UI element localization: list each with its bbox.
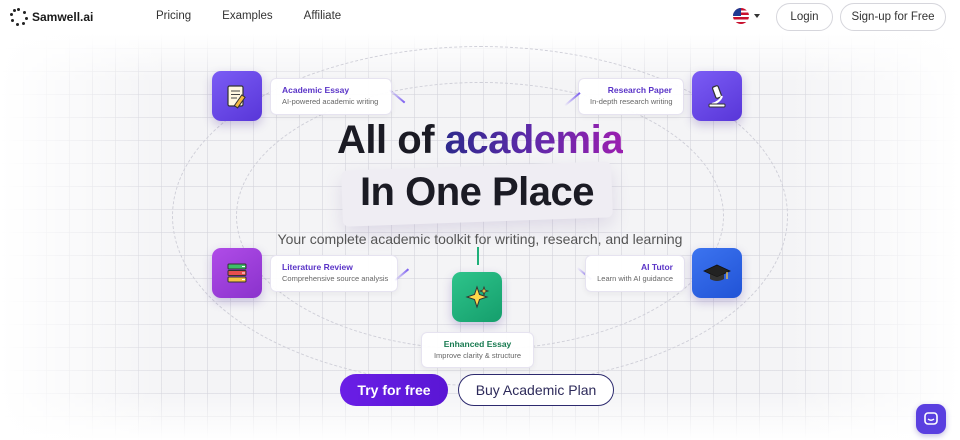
notepad-pencil-icon xyxy=(227,85,246,109)
research-paper-card[interactable]: Research Paper In-depth research writing xyxy=(578,78,684,115)
connector-line xyxy=(477,247,479,265)
us-flag-icon xyxy=(733,8,749,24)
chat-icon xyxy=(924,412,938,425)
hero-title-line2: In One Place xyxy=(359,170,595,214)
research-paper-desc: In-depth research writing xyxy=(590,97,673,106)
enhanced-essay-title: Enhanced Essay xyxy=(443,339,512,349)
sparkles-icon xyxy=(465,285,490,309)
buy-academic-plan-button[interactable]: Buy Academic Plan xyxy=(458,374,614,406)
hero-title-accent: academia xyxy=(444,118,624,162)
login-button[interactable]: Login xyxy=(776,3,833,31)
chat-widget-button[interactable] xyxy=(916,404,946,434)
enhanced-essay-card[interactable]: Enhanced Essay Improve clarity & structu… xyxy=(421,332,534,368)
nav-examples[interactable]: Examples xyxy=(222,10,273,22)
literature-review-tile[interactable] xyxy=(212,248,262,298)
caret-down-icon xyxy=(754,14,760,18)
brand-name: Samwell.ai xyxy=(32,10,94,24)
research-paper-tile[interactable] xyxy=(692,71,742,121)
main-nav: Pricing Examples Affiliate xyxy=(156,10,372,22)
try-for-free-button[interactable]: Try for free xyxy=(340,374,448,406)
top-navbar: Samwell.ai Pricing Examples Affiliate Lo… xyxy=(0,0,960,34)
academic-essay-title: Academic Essay xyxy=(282,85,350,95)
nav-affiliate[interactable]: Affiliate xyxy=(304,10,342,22)
research-paper-title: Research Paper xyxy=(607,85,672,95)
hero-subtitle: Your complete academic toolkit for writi… xyxy=(277,231,683,247)
literature-review-card[interactable]: Literature Review Comprehensive source a… xyxy=(270,255,398,292)
ai-tutor-card[interactable]: AI Tutor Learn with AI guidance xyxy=(585,255,685,292)
enhanced-essay-tile[interactable] xyxy=(452,272,502,322)
language-selector[interactable] xyxy=(733,8,760,24)
academic-essay-desc: AI-powered academic writing xyxy=(282,97,379,106)
logo-dots-icon xyxy=(10,8,28,26)
academic-essay-tile[interactable] xyxy=(212,71,262,121)
ai-tutor-title: AI Tutor xyxy=(641,262,673,272)
books-icon xyxy=(227,263,247,283)
enhanced-essay-desc: Improve clarity & structure xyxy=(433,351,522,360)
logo[interactable]: Samwell.ai xyxy=(10,8,93,26)
microscope-icon xyxy=(708,85,726,108)
ai-tutor-tile[interactable] xyxy=(692,248,742,298)
ai-tutor-desc: Learn with AI guidance xyxy=(597,274,673,283)
literature-review-title: Literature Review xyxy=(282,262,353,272)
academic-essay-card[interactable]: Academic Essay AI-powered academic writi… xyxy=(270,78,392,115)
hero-title-prefix: All of xyxy=(337,118,445,162)
nav-pricing[interactable]: Pricing xyxy=(156,10,191,22)
literature-review-desc: Comprehensive source analysis xyxy=(282,274,389,283)
graduation-cap-icon xyxy=(703,264,731,281)
signup-button[interactable]: Sign-up for Free xyxy=(840,3,946,31)
hero-title: All of academia xyxy=(0,118,960,163)
